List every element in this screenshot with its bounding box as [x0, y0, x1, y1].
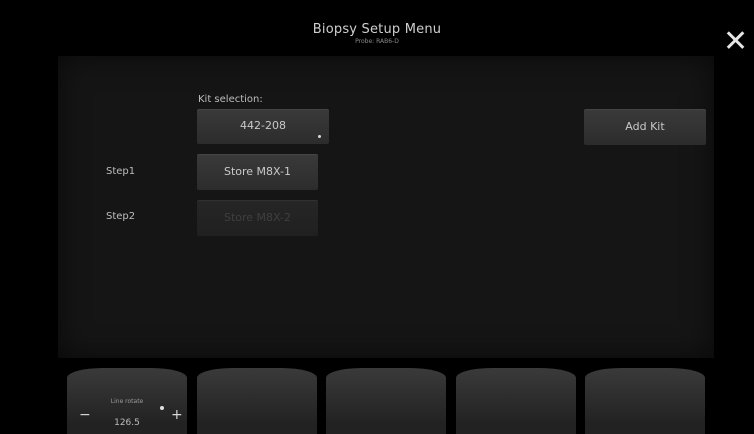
- softkey-2[interactable]: [197, 368, 317, 434]
- add-kit-button[interactable]: Add Kit: [584, 109, 706, 145]
- setup-panel: Kit selection: 442-208 Add Kit Step1 Sto…: [58, 56, 714, 358]
- store-step1-button[interactable]: Store M8X-1: [197, 154, 318, 190]
- step1-label: Step1: [106, 166, 136, 177]
- softkey-4[interactable]: [456, 368, 576, 434]
- page-title: Biopsy Setup Menu: [312, 22, 442, 37]
- kit-selection-dropdown[interactable]: 442-208: [197, 109, 329, 144]
- softkey-5[interactable]: [585, 368, 705, 434]
- softkey-3[interactable]: [326, 368, 446, 434]
- close-icon[interactable]: ✕: [723, 27, 751, 57]
- step2-label: Step2: [106, 211, 136, 222]
- biopsy-setup-screen: Biopsy Setup Menu Probe: RAB6-D ✕ Kit se…: [0, 0, 754, 434]
- dropdown-indicator-icon: [318, 135, 321, 138]
- softkey-bar: Line rotate − + 126.5: [0, 362, 754, 434]
- kit-selection-label: Kit selection:: [198, 94, 263, 105]
- softkey-label: Line rotate: [110, 398, 144, 405]
- kit-selection-value: 442-208: [240, 119, 286, 132]
- store-step2-button[interactable]: Store M8X-2: [197, 200, 318, 236]
- probe-subtitle: Probe: RAB6-D: [355, 38, 399, 45]
- header: Biopsy Setup Menu Probe: RAB6-D: [0, 22, 754, 45]
- value-indicator-icon: [160, 406, 164, 410]
- softkey-line-rotate[interactable]: Line rotate − + 126.5: [67, 368, 187, 434]
- softkey-value: 126.5: [114, 418, 140, 428]
